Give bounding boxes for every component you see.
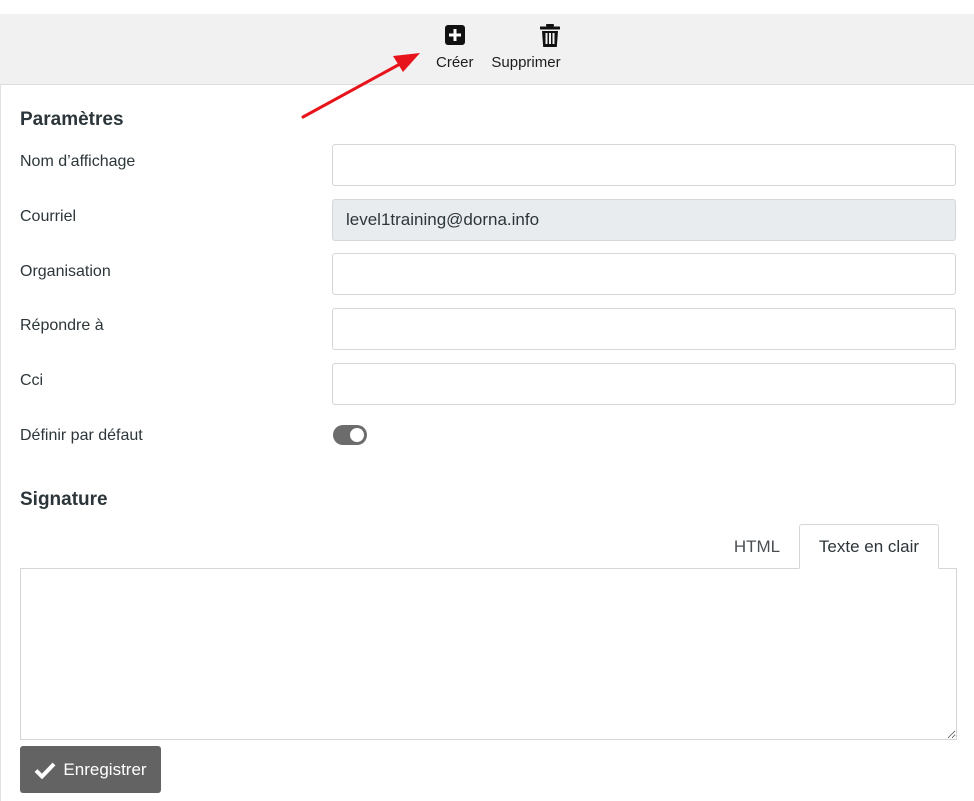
set-default-label: Définir par défaut (20, 427, 143, 444)
set-default-toggle[interactable] (333, 425, 367, 445)
reply-to-input[interactable] (332, 308, 956, 350)
tab-plain-text[interactable]: Texte en clair (799, 524, 939, 569)
toolbar: Créer Supprimer (0, 14, 974, 85)
delete-button-label: Supprimer (491, 54, 561, 71)
toggle-knob (350, 428, 364, 442)
identity-settings-page: Créer Supprimer Paramètres Nom d’afficha… (0, 0, 974, 801)
reply-to-label: Répondre à (20, 317, 104, 334)
create-button[interactable]: Créer (436, 22, 474, 71)
signature-title: Signature (20, 489, 108, 510)
display-name-input[interactable] (332, 144, 956, 186)
top-strip (0, 0, 974, 14)
left-border (0, 85, 1, 801)
display-name-label: Nom d’affichage (20, 153, 136, 170)
organization-label: Organisation (20, 263, 111, 280)
save-button-label: Enregistrer (63, 759, 147, 779)
check-icon (34, 761, 56, 779)
plus-square-icon (443, 22, 467, 48)
email-field (332, 199, 956, 241)
bcc-label: Cci (20, 372, 44, 389)
organization-input[interactable] (332, 253, 956, 295)
parameters-title: Paramètres (20, 109, 124, 130)
email-label: Courriel (20, 208, 77, 225)
signature-textarea[interactable] (20, 568, 957, 740)
tab-html[interactable]: HTML (716, 524, 798, 569)
save-button[interactable]: Enregistrer (20, 746, 161, 793)
bcc-input[interactable] (332, 363, 956, 405)
trash-icon (538, 22, 562, 48)
create-button-label: Créer (436, 54, 474, 71)
delete-button[interactable]: Supprimer (490, 22, 562, 71)
